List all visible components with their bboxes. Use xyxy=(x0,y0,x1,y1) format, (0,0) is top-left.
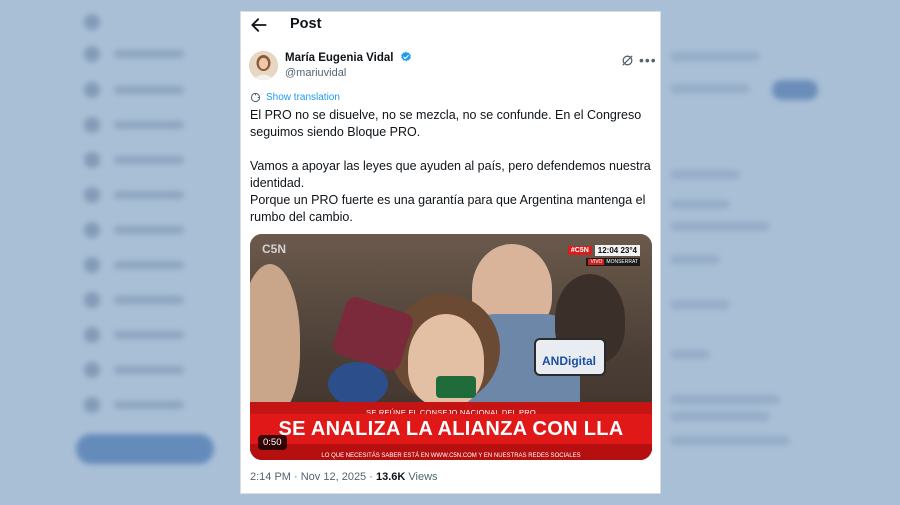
bg-sidebar-line xyxy=(670,200,730,209)
bg-sidebar-line xyxy=(670,395,780,404)
microphone-logo: ANDigital xyxy=(534,338,606,376)
author-name-text: María Eugenia Vidal xyxy=(285,52,394,64)
bg-nav-item xyxy=(84,82,184,98)
bg-nav-item xyxy=(84,397,184,413)
bg-sidebar-line xyxy=(670,222,770,231)
bg-sidebar-line xyxy=(670,350,710,359)
back-arrow-icon[interactable] xyxy=(249,15,269,35)
views-label: Views xyxy=(405,471,438,483)
post-paragraph: Vamos a apoyar las leyes que ayuden al p… xyxy=(250,159,651,190)
video-duration: 0:50 xyxy=(258,435,287,450)
bg-nav-item xyxy=(84,152,184,168)
phone-shape xyxy=(436,376,476,398)
headline-text: SE ANALIZA LA ALIANZA CON LLA xyxy=(278,418,624,440)
live-badge: VIVO xyxy=(588,259,605,265)
verified-badge-icon xyxy=(400,51,411,62)
post-paragraph: Porque un PRO fuerte es una garantía par… xyxy=(250,193,646,224)
location-badge: VIVO MONSERRAT xyxy=(586,258,640,266)
avatar-image xyxy=(249,51,278,80)
show-translation-link[interactable]: Show translation xyxy=(250,92,340,103)
bg-post-button xyxy=(76,434,214,464)
ticker-bar: LO QUE NECESITÁS SABER ESTÁ EN WWW.C5N.C… xyxy=(250,444,652,460)
avatar[interactable] xyxy=(249,51,278,80)
bg-nav-item xyxy=(84,292,184,308)
post-text: El PRO no se disuelve, no se mezcla, no … xyxy=(250,107,655,226)
bg-nav-item xyxy=(84,187,184,203)
bg-sidebar-line xyxy=(670,300,730,309)
author-handle[interactable]: @mariuvidal xyxy=(285,67,346,79)
channel-badge: #C5N xyxy=(567,246,592,255)
post-meta: 2:14 PM · Nov 12, 2025 · 13.6K Views xyxy=(250,471,438,483)
bg-sidebar-button xyxy=(772,80,818,100)
bg-sidebar-line xyxy=(670,84,750,93)
lower-third-strip: SE REÚNE EL CONSEJO NACIONAL DEL PRO xyxy=(250,402,652,417)
bg-sidebar-line xyxy=(670,170,740,179)
live-time: 12:04 23°4 xyxy=(594,245,640,256)
post-card: Post María Eugenia Vidal @mariuvidal •••… xyxy=(240,11,661,494)
author-name[interactable]: María Eugenia Vidal xyxy=(285,51,412,64)
bg-nav-item xyxy=(84,327,184,343)
grok-icon[interactable] xyxy=(621,54,634,67)
bg-sidebar-line xyxy=(670,436,790,445)
bg-logo xyxy=(84,14,100,30)
views-count: 13.6K xyxy=(375,471,406,483)
post-header: Post xyxy=(241,12,660,38)
bg-nav-item xyxy=(84,222,184,238)
post-timestamp[interactable]: 2:14 PM · Nov 12, 2025 · xyxy=(250,471,376,483)
bg-nav-item xyxy=(84,362,184,378)
translate-icon xyxy=(250,92,261,103)
show-translation-label: Show translation xyxy=(266,92,340,103)
microphone-logo-text: ANDigital xyxy=(542,354,596,368)
location-text: MONSERRAT xyxy=(606,259,638,265)
bg-nav-item xyxy=(84,46,184,62)
bg-nav-item xyxy=(84,117,184,133)
microphone-shape xyxy=(328,362,388,406)
headline-bar: SE ANALIZA LA ALIANZA CON LLA xyxy=(250,414,652,444)
post-paragraph: El PRO no se disuelve, no se mezcla, no … xyxy=(250,108,642,139)
page-title: Post xyxy=(290,16,322,32)
bg-nav-item xyxy=(84,257,184,273)
more-options-icon[interactable]: ••• xyxy=(639,52,657,68)
bg-sidebar-line xyxy=(670,412,770,421)
video-player[interactable]: C5N #C5N 12:04 23°4 VIVO MONSERRAT ANDigi… xyxy=(250,234,652,460)
ticker-text: LO QUE NECESITÁS SABER ESTÁ EN WWW.C5N.C… xyxy=(321,453,581,459)
bg-sidebar-line xyxy=(670,52,760,61)
channel-logo: C5N xyxy=(262,242,287,256)
live-indicator: #C5N 12:04 23°4 xyxy=(567,245,640,256)
bg-sidebar-line xyxy=(670,255,720,264)
